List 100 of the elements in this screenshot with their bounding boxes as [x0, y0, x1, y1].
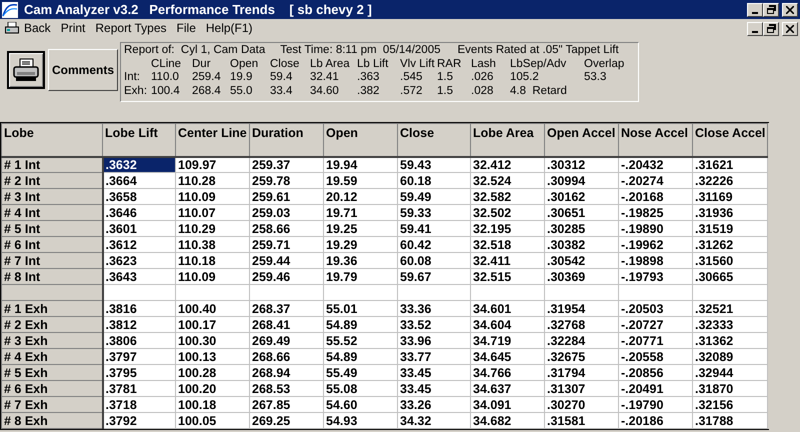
table-cell[interactable]: .32521 — [692, 300, 768, 316]
table-cell[interactable]: 259.46 — [250, 268, 324, 284]
table-cell[interactable]: .31936 — [692, 204, 768, 220]
table-cell[interactable]: 258.66 — [250, 220, 324, 236]
restore-button[interactable] — [763, 22, 779, 36]
table-cell[interactable]: .32156 — [692, 396, 768, 412]
table-cell[interactable]: 59.33 — [398, 204, 470, 220]
table-cell[interactable]: 33.45 — [398, 364, 470, 380]
table-cell[interactable]: .31169 — [692, 188, 768, 204]
table-cell[interactable]: .30285 — [544, 220, 618, 236]
table-cell[interactable]: .31581 — [544, 412, 618, 428]
table-cell[interactable]: 20.12 — [324, 188, 398, 204]
table-cell[interactable]: 32.411 — [470, 252, 544, 268]
table-cell[interactable]: 54.60 — [324, 396, 398, 412]
restore-button[interactable] — [763, 2, 779, 16]
table-cell[interactable]: .32089 — [692, 348, 768, 364]
table-cell[interactable]: .30162 — [544, 188, 618, 204]
menu-item[interactable]: Help(F1) — [200, 20, 258, 37]
table-cell[interactable]: 100.30 — [176, 332, 250, 348]
table-cell[interactable]: -.19825 — [618, 204, 692, 220]
table-cell[interactable]: 32.582 — [470, 188, 544, 204]
table-cell[interactable]: .31362 — [692, 332, 768, 348]
table-cell[interactable]: 110.09 — [176, 268, 250, 284]
table-cell[interactable]: 34.719 — [470, 332, 544, 348]
table-cell[interactable]: .3643 — [102, 268, 176, 284]
table-cell[interactable]: 110.38 — [176, 236, 250, 252]
table-cell[interactable]: 19.36 — [324, 252, 398, 268]
table-cell[interactable]: 268.66 — [250, 348, 324, 364]
table-cell[interactable]: 259.44 — [250, 252, 324, 268]
table-cell[interactable]: 32.518 — [470, 236, 544, 252]
table-cell[interactable]: 54.93 — [324, 412, 398, 428]
table-cell[interactable]: -.20491 — [618, 380, 692, 396]
table-cell[interactable]: 259.61 — [250, 188, 324, 204]
comments-button[interactable]: Comments — [48, 49, 118, 91]
table-cell[interactable]: 267.85 — [250, 396, 324, 412]
table-cell[interactable]: .32944 — [692, 364, 768, 380]
table-cell[interactable]: .32284 — [544, 332, 618, 348]
table-cell[interactable]: .3612 — [102, 236, 176, 252]
table-cell[interactable]: -.19890 — [618, 220, 692, 236]
table-cell[interactable]: 268.94 — [250, 364, 324, 380]
table-cell[interactable]: 32.195 — [470, 220, 544, 236]
table-cell[interactable]: 55.52 — [324, 332, 398, 348]
table-cell[interactable]: 19.71 — [324, 204, 398, 220]
table-cell[interactable]: .3601 — [102, 220, 176, 236]
table-cell[interactable]: 100.17 — [176, 316, 250, 332]
table-cell[interactable]: 54.89 — [324, 348, 398, 364]
table-cell[interactable]: -.20186 — [618, 412, 692, 428]
table-cell[interactable]: .30369 — [544, 268, 618, 284]
table-cell[interactable]: .3664 — [102, 172, 176, 188]
table-cell[interactable]: 259.71 — [250, 236, 324, 252]
table-cell[interactable]: 60.18 — [398, 172, 470, 188]
table-cell[interactable]: .31870 — [692, 380, 768, 396]
table-cell[interactable]: 32.524 — [470, 172, 544, 188]
table-cell[interactable]: 110.07 — [176, 204, 250, 220]
menu-item[interactable]: Report Types — [90, 20, 172, 37]
table-cell[interactable]: 55.49 — [324, 364, 398, 380]
table-cell[interactable]: .32768 — [544, 316, 618, 332]
table-cell[interactable]: -.20856 — [618, 364, 692, 380]
table-cell[interactable]: 268.53 — [250, 380, 324, 396]
table-cell[interactable]: 19.79 — [324, 268, 398, 284]
table-cell[interactable]: .30665 — [692, 268, 768, 284]
table-cell[interactable]: .3623 — [102, 252, 176, 268]
table-cell[interactable]: .31262 — [692, 236, 768, 252]
table-cell[interactable]: 259.03 — [250, 204, 324, 220]
table-cell[interactable]: -.19962 — [618, 236, 692, 252]
table-cell[interactable]: .31560 — [692, 252, 768, 268]
table-cell[interactable]: -.20727 — [618, 316, 692, 332]
table-cell[interactable]: 33.45 — [398, 380, 470, 396]
table-cell[interactable]: 59.67 — [398, 268, 470, 284]
table-cell[interactable]: 60.42 — [398, 236, 470, 252]
close-button[interactable] — [782, 22, 798, 36]
table-cell[interactable]: .3781 — [102, 380, 176, 396]
table-cell[interactable]: 110.28 — [176, 172, 250, 188]
table-cell[interactable]: -.20274 — [618, 172, 692, 188]
table-cell[interactable]: 110.09 — [176, 188, 250, 204]
table-cell[interactable]: 259.78 — [250, 172, 324, 188]
table-cell[interactable]: 32.515 — [470, 268, 544, 284]
table-cell[interactable]: 110.29 — [176, 220, 250, 236]
table-cell[interactable]: 60.08 — [398, 252, 470, 268]
table-cell[interactable]: .30382 — [544, 236, 618, 252]
table-cell[interactable]: .31788 — [692, 412, 768, 428]
table-cell[interactable]: 34.645 — [470, 348, 544, 364]
minimize-button[interactable] — [747, 22, 763, 36]
table-cell[interactable]: 32.502 — [470, 204, 544, 220]
table-cell[interactable]: 33.77 — [398, 348, 470, 364]
table-cell[interactable]: -.19793 — [618, 268, 692, 284]
table-cell[interactable]: 59.49 — [398, 188, 470, 204]
minimize-button[interactable] — [747, 2, 763, 16]
table-cell[interactable]: -.20503 — [618, 300, 692, 316]
table-cell[interactable]: -.19790 — [618, 396, 692, 412]
table-cell[interactable]: -.19898 — [618, 252, 692, 268]
table-cell[interactable]: .32226 — [692, 172, 768, 188]
table-cell[interactable]: .3658 — [102, 188, 176, 204]
table-cell[interactable]: 34.766 — [470, 364, 544, 380]
table-cell[interactable]: .3806 — [102, 332, 176, 348]
table-cell[interactable]: 33.96 — [398, 332, 470, 348]
table-cell[interactable]: .31519 — [692, 220, 768, 236]
table-cell[interactable]: 34.637 — [470, 380, 544, 396]
table-cell[interactable]: .31954 — [544, 300, 618, 316]
table-cell[interactable]: 19.25 — [324, 220, 398, 236]
